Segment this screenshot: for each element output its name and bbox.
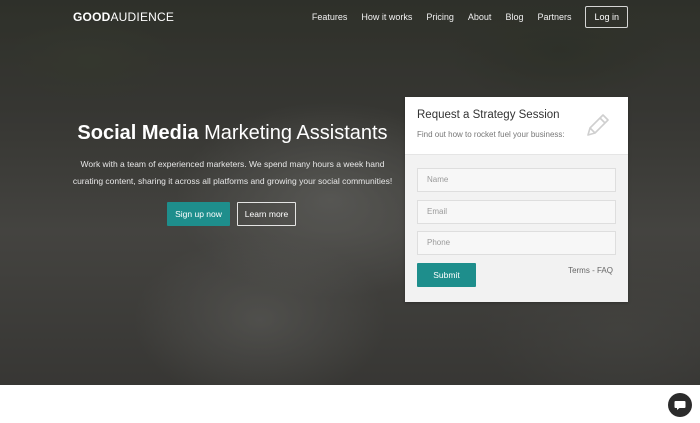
sign-up-button[interactable]: Sign up now <box>167 202 230 226</box>
hero-headline-light: Marketing Assistants <box>204 122 388 144</box>
chat-widget-button[interactable] <box>668 393 692 417</box>
email-field[interactable]: Email <box>417 200 616 224</box>
hero-headline: Social Media Marketing Assistants <box>60 122 405 145</box>
hero-subtext: Work with a team of experienced marketer… <box>72 159 393 186</box>
chat-bubble-icon <box>674 401 686 410</box>
pencil-icon <box>587 114 609 136</box>
nav-link-about[interactable]: About <box>468 12 492 22</box>
nav-link-pricing[interactable]: Pricing <box>426 12 454 22</box>
terms-faq-links: Terms - FAQ <box>568 266 613 275</box>
learn-more-button[interactable]: Learn more <box>237 202 296 226</box>
form-subtitle: Find out how to rocket fuel your busines… <box>417 130 565 139</box>
terms-link[interactable]: Terms <box>568 266 590 275</box>
nav-link-partners[interactable]: Partners <box>537 12 571 22</box>
form-header: Request a Strategy Session Find out how … <box>405 97 628 155</box>
hero-headline-bold: Social Media <box>77 122 199 144</box>
form-title: Request a Strategy Session <box>417 109 560 121</box>
terms-separator: - <box>592 266 595 275</box>
brand-logo-light: AUDIENCE <box>110 10 175 24</box>
faq-link[interactable]: FAQ <box>597 266 613 275</box>
phone-field[interactable]: Phone <box>417 231 616 255</box>
brand-logo[interactable]: GOODAUDIENCE <box>73 10 174 24</box>
nav-link-how-it-works[interactable]: How it works <box>361 12 412 22</box>
submit-button[interactable]: Submit <box>417 263 476 287</box>
brand-logo-bold: GOOD <box>73 10 111 24</box>
strategy-session-form: Request a Strategy Session Find out how … <box>405 97 628 302</box>
hero-buttons: Sign up now Learn more <box>167 202 296 226</box>
login-button[interactable]: Log in <box>585 6 628 28</box>
nav-link-blog[interactable]: Blog <box>505 12 523 22</box>
top-nav: Features How it works Pricing About Blog… <box>298 6 628 28</box>
name-field[interactable]: Name <box>417 168 616 192</box>
nav-link-features[interactable]: Features <box>312 12 348 22</box>
